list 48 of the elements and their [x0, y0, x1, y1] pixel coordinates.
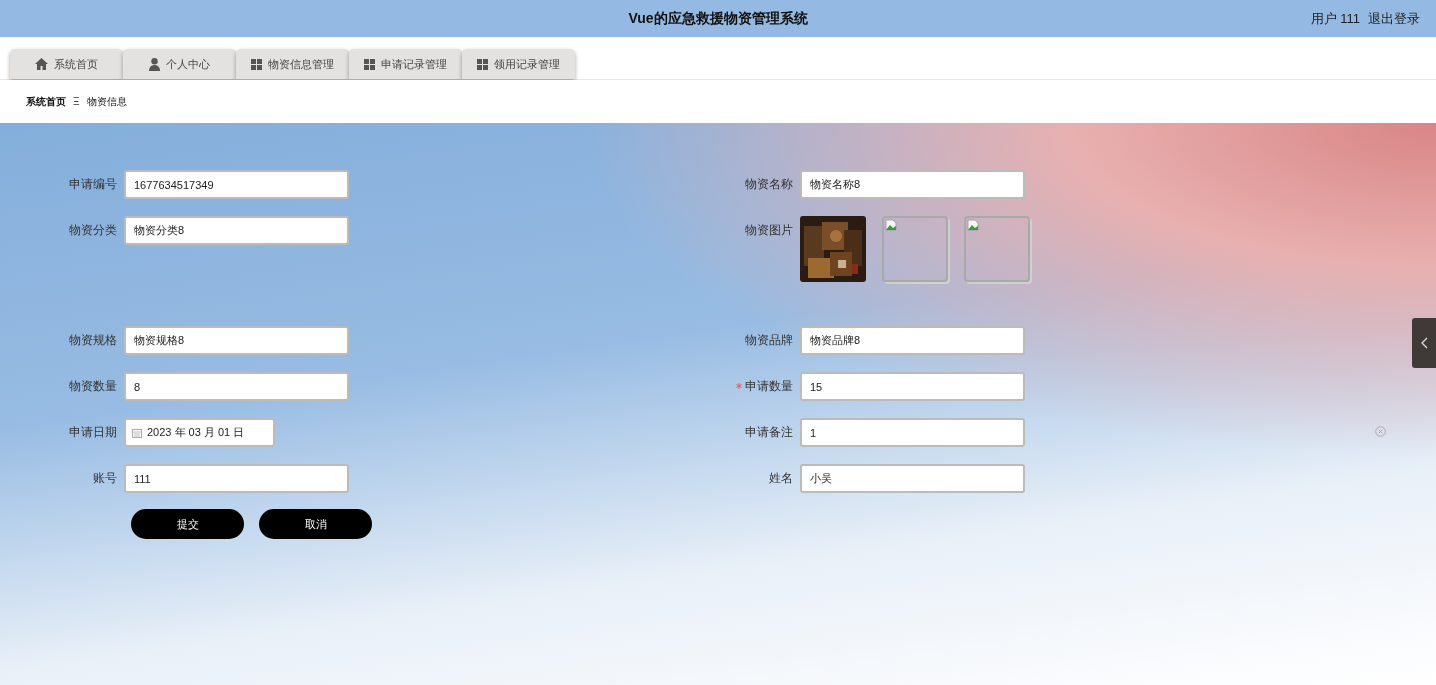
nav-tab[interactable]: 物资信息管理 [236, 49, 349, 79]
field-label: 账号 [93, 470, 117, 487]
clear-icon[interactable] [1375, 426, 1386, 437]
nav-tab[interactable]: 系统首页 [10, 49, 123, 79]
field-label: 物资品牌 [745, 332, 793, 349]
submit-button[interactable]: 提交 [131, 509, 244, 539]
user-label: 用户 111 [1310, 9, 1360, 28]
field-label: 申请数量 [745, 378, 793, 395]
input-field[interactable]: 物资品牌8 [800, 326, 1025, 355]
grid-icon [251, 58, 262, 70]
date-field[interactable]: 2023 年 03 月 01 日 [124, 418, 275, 447]
date-value: 2023 年 03 月 01 日 [147, 425, 245, 441]
breadcrumb-link[interactable]: 系统首页 [26, 94, 66, 109]
grid-icon [364, 58, 375, 70]
breadcrumb-separator: Ξ [73, 95, 80, 109]
broken-image-icon [885, 219, 897, 231]
field-label: 物资规格 [69, 332, 117, 349]
input-field[interactable]: 小吴 [800, 464, 1025, 493]
field-label: 物资图片 [745, 222, 793, 239]
field-label: 物资分类 [69, 222, 117, 239]
calendar-icon [132, 427, 142, 438]
grid-icon [477, 58, 488, 70]
field-label: 申请日期 [69, 424, 117, 441]
home-icon [35, 58, 48, 70]
nav-tab[interactable]: 领用记录管理 [462, 49, 575, 79]
field-label: 申请备注 [745, 424, 793, 441]
input-field[interactable]: 1 [800, 418, 1025, 447]
input-field[interactable]: 物资分类8 [124, 216, 349, 245]
field-label: 姓名 [769, 470, 793, 487]
nav-tab[interactable]: 个人中心 [123, 49, 236, 79]
chevron-left-icon [1420, 337, 1428, 349]
input-field[interactable]: 1677634517349 [124, 170, 349, 199]
field-label: 申请编号 [69, 176, 117, 193]
user-icon [149, 57, 160, 71]
field-label: 物资名称 [745, 176, 793, 193]
breadcrumb-current: 物资信息 [86, 95, 127, 109]
input-field[interactable]: 物资规格8 [124, 326, 349, 355]
field-label: 物资数量 [69, 378, 117, 395]
broken-image-icon [967, 219, 979, 231]
logout-link[interactable]: 退出登录 [1368, 8, 1420, 29]
cancel-button[interactable]: 取消 [259, 509, 372, 539]
input-field[interactable]: 111 [124, 464, 349, 493]
nav-tab[interactable]: 申请记录管理 [349, 49, 462, 79]
input-field[interactable]: 物资名称8 [800, 170, 1025, 199]
input-field[interactable]: 8 [124, 372, 349, 401]
input-field[interactable]: 15 [800, 372, 1025, 401]
app-title: Vue的应急救援物资管理系统 [628, 9, 808, 28]
collapse-tab[interactable] [1412, 318, 1436, 368]
